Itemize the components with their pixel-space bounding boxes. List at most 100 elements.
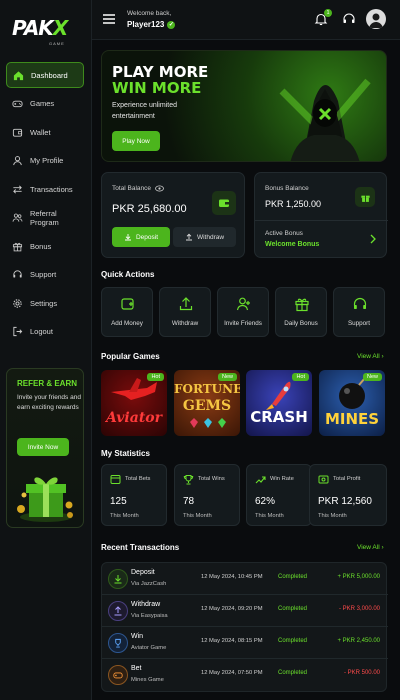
transactions-list: Deposit Via JazzCash 12 May 2024, 10:45 …	[101, 562, 388, 692]
headset-icon	[13, 270, 22, 278]
total-balance-amount: PKR 25,680.00	[112, 203, 187, 215]
tx-icon-box	[108, 601, 128, 621]
sidebar-item-support[interactable]: Support	[6, 262, 84, 288]
game-card-aviator[interactable]: Hot Aviator	[101, 370, 167, 436]
quick-action-support[interactable]: Support	[333, 287, 385, 337]
tx-date: 12 May 2024, 08:15 PM	[201, 638, 263, 644]
sidebar-item-label: Settings	[30, 298, 58, 308]
tx-type: Bet	[131, 665, 142, 672]
headset-icon	[353, 297, 367, 309]
transaction-row[interactable]: Deposit Via JazzCash 12 May 2024, 10:45 …	[102, 563, 388, 595]
stat-subtitle: This Month	[255, 513, 284, 519]
logo-x: X	[52, 16, 68, 40]
sidebar-item-games[interactable]: Games	[6, 91, 84, 117]
logo-text: PAK	[12, 16, 54, 40]
divider	[255, 220, 388, 221]
play-now-button[interactable]: Play Now	[112, 131, 160, 151]
deposit-button[interactable]: Deposit	[112, 227, 170, 247]
transaction-row[interactable]: Bet Mines Game 12 May 2024, 07:50 PM Com…	[102, 659, 388, 691]
bonus-balance-amount: PKR 1,250.00	[265, 199, 322, 209]
sidebar-item-logout[interactable]: Logout	[6, 319, 84, 345]
sidebar-item-referral-program[interactable]: Referral Program	[6, 205, 84, 231]
game-card-crash[interactable]: Hot CRASH	[246, 370, 312, 436]
active-bonus-label: Active Bonus	[265, 230, 303, 237]
gift-icon	[12, 242, 23, 251]
menu-icon[interactable]	[102, 12, 116, 26]
quick-action-invite-friends[interactable]: Invite Friends	[217, 287, 269, 337]
hero-banner: PLAY MORE WIN MORE Experience unlimited …	[101, 50, 387, 162]
hooded-player-illustration	[279, 78, 371, 161]
sidebar-item-label: My Profile	[30, 156, 64, 165]
stat-card-total-profit: Total Profit PKR 12,560 This Month	[309, 464, 387, 526]
user-plus-icon	[236, 297, 250, 311]
transaction-row[interactable]: Withdraw Via Easypaisa 12 May 2024, 09:2…	[102, 595, 388, 627]
quick-action-add-money[interactable]: Add Money	[101, 287, 153, 337]
transaction-row[interactable]: Win Aviator Game 12 May 2024, 08:15 PM C…	[102, 627, 388, 659]
game-card-fortune-gems[interactable]: New FORTUNE GEMS	[174, 370, 240, 436]
refer-earn-card: REFER & EARN Invite your friends and ear…	[6, 368, 84, 528]
tx-icon-box	[108, 569, 128, 589]
sidebar-item-dashboard[interactable]: Dashboard	[6, 62, 84, 88]
quick-action-label: Add Money	[111, 320, 143, 327]
tx-amount: + PKR 2,450.00	[337, 638, 380, 644]
stat-label: Total Wins	[198, 476, 225, 482]
popular-games-title: Popular Games	[101, 352, 160, 361]
user-icon	[13, 156, 22, 166]
tx-type: Withdraw	[131, 601, 161, 608]
deposit-label: Deposit	[135, 233, 159, 241]
tx-icon-box	[108, 665, 128, 685]
gift-box-illustration	[17, 477, 73, 522]
username: Player123	[127, 20, 165, 29]
stat-subtitle: This Month	[318, 513, 347, 519]
headset-icon[interactable]	[342, 12, 356, 26]
stat-subtitle: This Month	[183, 513, 212, 519]
popular-games-view-all[interactable]: View All ›	[357, 353, 384, 360]
download-icon	[114, 575, 122, 584]
wallet-icon	[219, 199, 229, 207]
game-tag: New	[362, 373, 382, 381]
active-bonus-value[interactable]: Welcome Bonus	[265, 241, 319, 248]
sidebar-item-label: Wallet	[30, 127, 51, 137]
logo[interactable]: PAKX GAME	[12, 16, 82, 46]
gift-icon-box	[355, 187, 375, 207]
welcome-text: Welcome back,	[127, 10, 172, 17]
upload-icon	[179, 297, 193, 311]
tx-type: Win	[131, 633, 144, 640]
stat-value: 78	[183, 496, 195, 507]
quick-action-withdraw[interactable]: Withdraw	[159, 287, 211, 337]
tx-amount: - PKR 3,000.00	[338, 606, 380, 612]
trend-icon	[255, 476, 266, 484]
stat-value: PKR 12,560	[318, 496, 372, 507]
view-all-label: View All	[357, 353, 380, 360]
avatar[interactable]	[366, 9, 386, 29]
tx-amount: - PKR 500.00	[343, 670, 380, 676]
game-name: MINES	[324, 410, 380, 428]
tx-date: 12 May 2024, 10:45 PM	[201, 574, 263, 580]
sidebar: PAKX GAME Dashboard Games Wallet My Prof…	[0, 0, 92, 700]
sidebar-item-bonus[interactable]: Bonus	[6, 233, 84, 259]
chevron-right-icon[interactable]	[369, 234, 377, 244]
sidebar-item-label: Logout	[30, 327, 53, 336]
sidebar-item-settings[interactable]: Settings	[6, 290, 84, 316]
gems-icon	[190, 418, 226, 428]
stat-card-total-wins: Total Wins 78 This Month	[174, 464, 240, 526]
sidebar-item-transactions[interactable]: Transactions	[6, 176, 84, 202]
quick-action-daily-bonus[interactable]: Daily Bonus	[275, 287, 327, 337]
eye-icon[interactable]	[155, 185, 164, 192]
invite-now-button[interactable]: Invite Now	[17, 438, 69, 456]
tx-via: Via JazzCash	[131, 581, 167, 587]
sidebar-item-wallet[interactable]: Wallet	[6, 119, 84, 145]
sidebar-item-label: Support	[30, 270, 57, 279]
withdraw-button[interactable]: Withdraw	[173, 227, 236, 247]
sidebar-item-my-profile[interactable]: My Profile	[6, 148, 84, 174]
notification-badge: 1	[324, 9, 332, 17]
logo-subtitle: GAME	[49, 41, 65, 46]
game-card-mines[interactable]: New MINES	[319, 370, 385, 436]
gift-icon	[360, 195, 370, 202]
transactions-view-all[interactable]: View All ›	[357, 544, 384, 551]
tx-status: Completed	[278, 574, 308, 580]
wallet-icon	[12, 128, 23, 137]
gear-icon	[13, 298, 22, 308]
quick-action-label: Daily Bonus	[284, 320, 318, 327]
hero-subtitle: Experience unlimited entertainment	[112, 102, 177, 120]
